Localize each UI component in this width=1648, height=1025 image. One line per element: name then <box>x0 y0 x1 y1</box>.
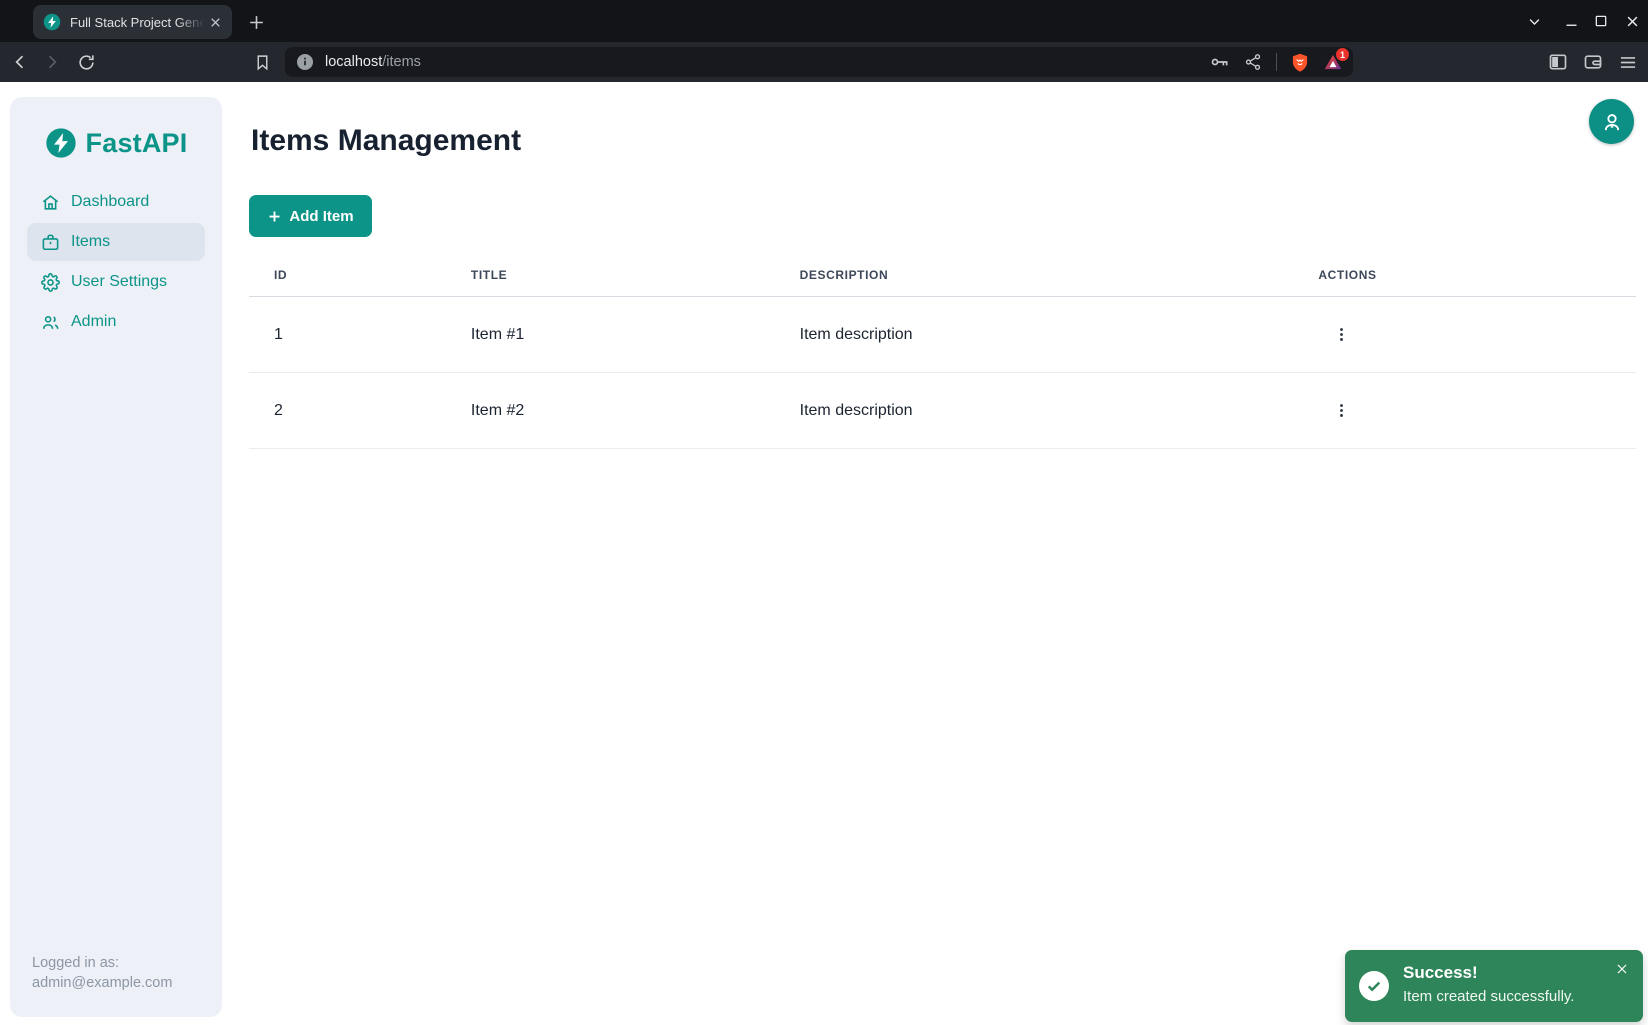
cell-id: 2 <box>249 373 471 449</box>
row-actions-menu-button[interactable] <box>1325 319 1357 351</box>
brave-shield-icon[interactable] <box>1290 52 1310 72</box>
table-row: 1 Item #1 Item description <box>249 297 1636 373</box>
new-tab-button[interactable] <box>243 9 269 35</box>
kebab-icon <box>1333 402 1350 419</box>
app-page: FastAPI Dashboard Items <box>0 82 1648 1025</box>
fastapi-logo-icon <box>45 127 77 159</box>
page-title: Items Management <box>251 124 521 158</box>
check-circle-icon <box>1359 971 1389 1001</box>
gear-icon <box>40 272 60 292</box>
user-avatar-button[interactable] <box>1589 99 1634 144</box>
column-header-description: DESCRIPTION <box>800 268 1319 297</box>
users-icon <box>40 312 60 332</box>
bookmark-icon[interactable] <box>251 51 273 73</box>
column-header-actions: ACTIONS <box>1318 268 1636 297</box>
sidebar-item-items[interactable]: Items <box>27 223 205 261</box>
back-button[interactable] <box>9 51 31 73</box>
tab-search-chevron-icon[interactable] <box>1519 6 1549 36</box>
cell-description: Item description <box>800 297 1319 373</box>
tab-title: Full Stack Project Genera <box>70 15 207 30</box>
brave-rewards-icon[interactable]: 1 <box>1323 52 1343 72</box>
table-header-row: ID TITLE DESCRIPTION ACTIONS <box>249 268 1636 297</box>
sidebar-item-label: User Settings <box>71 273 167 291</box>
toast-title: Success! <box>1403 963 1478 983</box>
sidebar-toggle-icon[interactable] <box>1548 52 1568 72</box>
items-table: ID TITLE DESCRIPTION ACTIONS 1 Item #1 I… <box>249 268 1636 449</box>
main-content: Items Management Add Item ID TITLE DESCR… <box>249 82 1636 1025</box>
cell-title: Item #1 <box>471 297 800 373</box>
password-key-icon[interactable] <box>1210 52 1230 72</box>
row-actions-menu-button[interactable] <box>1325 395 1357 427</box>
logged-in-email: admin@example.com <box>32 973 172 993</box>
column-header-id: ID <box>249 268 471 297</box>
reload-button[interactable] <box>75 51 97 73</box>
home-icon <box>40 192 60 212</box>
kebab-icon <box>1333 326 1350 343</box>
url-host: localhost <box>325 54 382 70</box>
table-row: 2 Item #2 Item description <box>249 373 1636 449</box>
window-maximize-button[interactable] <box>1586 6 1616 36</box>
forward-button[interactable] <box>41 51 63 73</box>
logged-in-info: Logged in as: admin@example.com <box>32 953 172 993</box>
sidebar-item-label: Items <box>71 233 110 251</box>
window-close-button[interactable] <box>1617 6 1647 36</box>
wallet-icon[interactable] <box>1583 52 1603 72</box>
menu-hamburger-icon[interactable] <box>1618 52 1638 72</box>
url-path: /items <box>382 54 421 70</box>
add-item-label: Add Item <box>289 208 353 225</box>
brand-name: FastAPI <box>86 128 188 159</box>
sidebar-item-admin[interactable]: Admin <box>27 303 205 341</box>
close-icon <box>1615 962 1629 976</box>
cell-title: Item #2 <box>471 373 800 449</box>
cell-id: 1 <box>249 297 471 373</box>
toast-close-button[interactable] <box>1611 958 1633 980</box>
rewards-notification-badge: 1 <box>1336 48 1349 61</box>
plus-icon <box>267 209 282 224</box>
app-sidebar: FastAPI Dashboard Items <box>10 97 222 1017</box>
column-header-title: TITLE <box>471 268 800 297</box>
sidebar-item-user-settings[interactable]: User Settings <box>27 263 205 301</box>
cell-description: Item description <box>800 373 1319 449</box>
share-icon[interactable] <box>1243 52 1263 72</box>
success-toast: Success! Item created successfully. <box>1345 950 1643 1022</box>
sidebar-nav: Dashboard Items User Settings <box>27 183 205 341</box>
toolbar-divider <box>1276 53 1277 71</box>
site-info-icon[interactable] <box>297 54 313 70</box>
window-minimize-button[interactable] <box>1556 6 1586 36</box>
sidebar-item-dashboard[interactable]: Dashboard <box>27 183 205 221</box>
sidebar-item-label: Admin <box>71 313 116 331</box>
brand-logo: FastAPI <box>10 127 222 159</box>
address-bar[interactable]: localhost /items <box>285 47 1353 77</box>
browser-toolbar: localhost /items <box>0 42 1648 82</box>
fastapi-favicon-icon <box>43 13 61 31</box>
tab-close-icon[interactable] <box>207 13 224 31</box>
briefcase-icon <box>40 232 60 252</box>
browser-tab[interactable]: Full Stack Project Genera <box>33 5 232 39</box>
user-avatar-icon <box>1599 109 1625 135</box>
add-item-button[interactable]: Add Item <box>249 195 372 237</box>
browser-tab-bar: Full Stack Project Genera <box>0 0 1648 42</box>
sidebar-item-label: Dashboard <box>71 193 149 211</box>
toast-message: Item created successfully. <box>1403 988 1574 1005</box>
logged-in-label: Logged in as: <box>32 953 172 973</box>
